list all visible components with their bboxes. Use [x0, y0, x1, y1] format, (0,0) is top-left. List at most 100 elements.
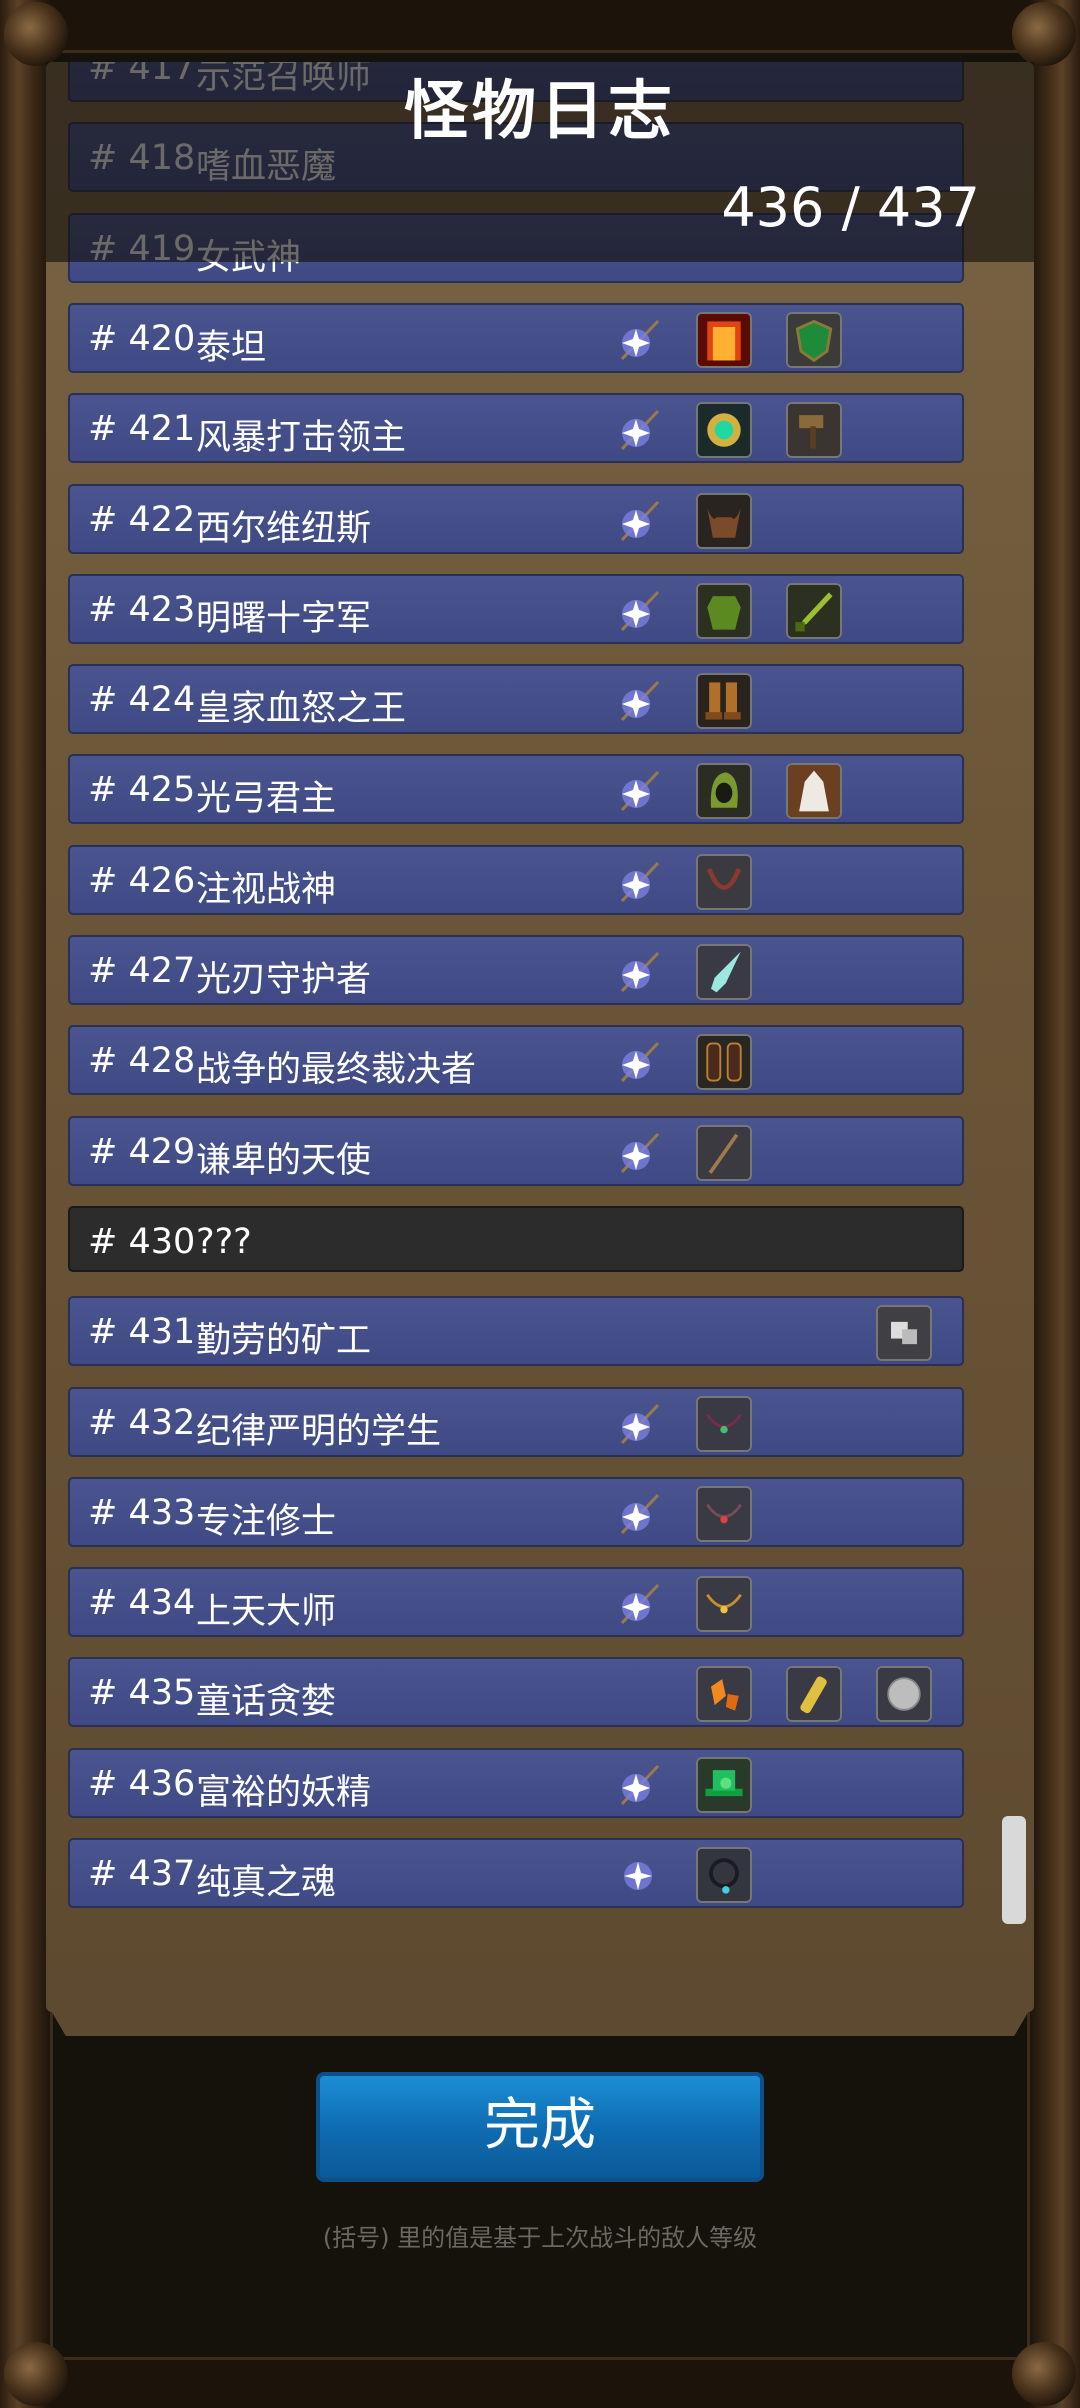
minotaur-helmet-icon[interactable]: [696, 493, 752, 549]
corner-ornament: [1012, 2, 1076, 66]
blessing-icon: [614, 1581, 662, 1629]
lava-gate-icon[interactable]: [696, 312, 752, 368]
monster-name: 勤劳的矿工: [196, 1321, 372, 1361]
blessing-icon: [614, 1130, 662, 1178]
monster-row[interactable]: # 420 泰坦: [68, 303, 964, 373]
monster-name: 光弓君主: [196, 779, 337, 819]
monster-number: # 421: [88, 409, 196, 449]
monster-name: 谦卑的天使: [196, 1141, 372, 1181]
monster-row[interactable]: # 421 风暴打击领主: [68, 393, 964, 463]
crystal-blade-icon[interactable]: [696, 944, 752, 1000]
monster-row[interactable]: # 424 皇家血怒之王: [68, 664, 964, 734]
monster-number: # 420: [88, 319, 196, 359]
scrollbar-thumb[interactable]: [1002, 1816, 1026, 1924]
monster-row[interactable]: # 430???: [68, 1206, 964, 1272]
monster-number: # 437: [88, 1854, 196, 1894]
monster-row[interactable]: # 434 上天大师: [68, 1567, 964, 1637]
monster-list[interactable]: # 417示范召唤师# 418嗜血恶魔# 419女武神# 420泰坦# 421风…: [68, 62, 966, 1912]
corner-ornament: [4, 2342, 68, 2406]
monster-number: # 429: [88, 1132, 196, 1172]
monster-row[interactable]: # 425 光弓君主: [68, 754, 964, 824]
dice-icon[interactable]: [876, 1305, 932, 1361]
monster-name: 纪律严明的学生: [196, 1412, 442, 1452]
monster-row[interactable]: # 427 光刃守护者: [68, 935, 964, 1005]
silver-coin-icon[interactable]: [876, 1666, 932, 1722]
corner-ornament: [1012, 2342, 1076, 2406]
monster-number: # 431: [88, 1312, 196, 1352]
white-robe-icon[interactable]: [786, 763, 842, 819]
blessing-icon: [614, 859, 662, 907]
orange-gem-icon[interactable]: [696, 1666, 752, 1722]
monster-name: 专注修士: [196, 1502, 337, 1542]
monster-row[interactable]: # 432 纪律严明的学生: [68, 1387, 964, 1457]
rosary-icon[interactable]: [696, 1847, 752, 1903]
blessing-icon: [614, 949, 662, 997]
leprechaun-hat-icon[interactable]: [696, 1757, 752, 1813]
monster-name: 注视战神: [196, 870, 337, 910]
green-shield-icon[interactable]: [786, 312, 842, 368]
monster-number: # 436: [88, 1764, 196, 1804]
green-hood-icon[interactable]: [696, 763, 752, 819]
monster-row[interactable]: # 422 西尔维纽斯: [68, 484, 964, 554]
monster-row[interactable]: # 437 纯真之魂: [68, 1838, 964, 1908]
monster-row[interactable]: # 436 富裕的妖精: [68, 1748, 964, 1818]
blessing-icon: [614, 407, 662, 455]
green-sword-icon[interactable]: [786, 583, 842, 639]
green-orb-icon[interactable]: [696, 402, 752, 458]
monster-number: # 426: [88, 861, 196, 901]
blessing-icon: [614, 1762, 662, 1810]
monster-name: 富裕的妖精: [196, 1773, 372, 1813]
blessing-icon: [614, 588, 662, 636]
blessing-icon: [614, 678, 662, 726]
amulet-icon[interactable]: [696, 1396, 752, 1452]
blessing-icon: [614, 317, 662, 365]
blessing-icon: [614, 1039, 662, 1087]
monster-number: # 422: [88, 500, 196, 540]
monster-number: # 433: [88, 1493, 196, 1533]
monster-name: 皇家血怒之王: [196, 689, 407, 729]
monster-number: # 423: [88, 590, 196, 630]
potion-icon[interactable]: [786, 1666, 842, 1722]
blessing-icon: [614, 498, 662, 546]
page-title: 怪物日志: [404, 75, 676, 149]
amulet-red-icon[interactable]: [696, 1486, 752, 1542]
monster-number: # 424: [88, 680, 196, 720]
monster-row[interactable]: # 429 谦卑的天使: [68, 1116, 964, 1186]
monster-row[interactable]: # 433 专注修士: [68, 1477, 964, 1547]
monster-name: 风暴打击领主: [196, 418, 407, 458]
monster-name: 纯真之魂: [196, 1863, 337, 1903]
monster-number: # 430: [88, 1222, 196, 1262]
monster-row[interactable]: # 428 战争的最终裁决者: [68, 1025, 964, 1095]
blessing-icon: [614, 1852, 662, 1900]
spear-icon[interactable]: [696, 1125, 752, 1181]
monster-name: 西尔维纽斯: [196, 509, 372, 549]
blessing-icon: [614, 768, 662, 816]
monster-name: 明曙十字军: [196, 599, 372, 639]
hammer-icon[interactable]: [786, 402, 842, 458]
monster-number: # 427: [88, 951, 196, 991]
monster-number: # 432: [88, 1403, 196, 1443]
monster-number: # 434: [88, 1583, 196, 1623]
monster-row[interactable]: # 431 勤劳的矿工: [68, 1296, 964, 1366]
footnote-text: (括号) 里的值是基于上次战斗的敌人等级: [322, 2224, 758, 2252]
monster-number: # 425: [88, 770, 196, 810]
monster-name: 光刃守护者: [196, 960, 372, 1000]
monster-name: 战争的最终裁决者: [196, 1050, 477, 1090]
blessing-icon: [614, 1401, 662, 1449]
blessing-icon: [614, 1491, 662, 1539]
necklace-icon[interactable]: [696, 854, 752, 910]
monster-number: # 435: [88, 1673, 196, 1713]
discovered-count: 436 / 437: [721, 176, 980, 239]
boots-icon[interactable]: [696, 673, 752, 729]
gold-amulet-icon[interactable]: [696, 1576, 752, 1632]
monster-row[interactable]: # 423 明曙十字军: [68, 574, 964, 644]
dark-gauntlets-icon[interactable]: [696, 1034, 752, 1090]
monster-row[interactable]: # 426 注视战神: [68, 845, 964, 915]
monster-name: 上天大师: [196, 1592, 337, 1632]
corner-ornament: [4, 2, 68, 66]
green-armor-icon[interactable]: [696, 583, 752, 639]
monster-row[interactable]: # 435 童话贪婪: [68, 1657, 964, 1727]
monster-name: 泰坦: [196, 328, 267, 368]
monster-number: # 428: [88, 1041, 196, 1081]
done-button[interactable]: 完成: [316, 2072, 764, 2182]
